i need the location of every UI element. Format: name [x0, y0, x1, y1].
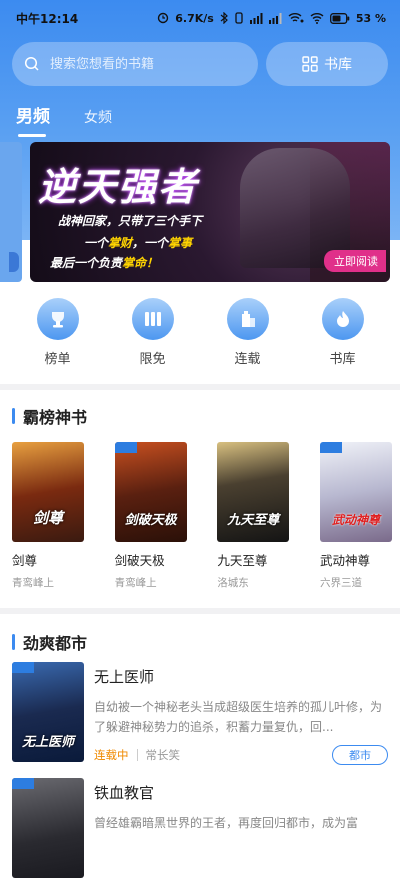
- book-description: 曾经雄霸暗黑世界的王者，再度回归都市，成为富: [94, 816, 359, 830]
- quick-link-label: 书库: [329, 352, 356, 367]
- search-input[interactable]: [48, 55, 252, 73]
- book-title: 剑破天极: [114, 553, 165, 568]
- book-card[interactable]: 九天至尊 九天至尊 洛城东: [217, 442, 290, 590]
- publisher-badge: [12, 662, 34, 673]
- battery-icon: [329, 12, 350, 24]
- book-title: 剑尊: [12, 553, 38, 568]
- book-cover: 剑尊: [12, 442, 84, 542]
- quick-link-rankings[interactable]: 榜单: [23, 298, 93, 367]
- category-tag[interactable]: 都市: [332, 745, 388, 765]
- book-title: 武动神尊: [319, 553, 370, 568]
- book-title: 铁血教官: [94, 784, 155, 802]
- status-indicators: 6.7K/s 53 %: [157, 12, 386, 25]
- publisher-badge: [319, 442, 342, 453]
- banner-line-1: 战神回家，只带了三个手下: [58, 214, 203, 228]
- library-button[interactable]: 书库: [266, 42, 388, 86]
- trophy-icon: [36, 298, 79, 340]
- tab-male[interactable]: 男频: [16, 102, 50, 137]
- meta-separator: [136, 749, 138, 761]
- section-title-urban: 劲爽都市: [12, 630, 87, 654]
- book-author: 六界三道: [319, 577, 362, 589]
- signal-2-icon: [268, 12, 282, 24]
- banner-line-3: 最后一个负责掌命！: [50, 256, 159, 270]
- quick-link-library[interactable]: 书库: [308, 298, 378, 367]
- banner-carousel[interactable]: 逆天强者 战神回家，只带了三个手下 一个掌财，一个掌事 最后一个负责掌命！ 立即…: [0, 142, 400, 282]
- free-books-icon: [131, 298, 174, 340]
- book-title: 九天至尊: [217, 553, 268, 568]
- status-bar: 中午12:14 6.7K/s 53 %: [0, 0, 400, 36]
- network-speed: 6.7K/s: [175, 11, 214, 25]
- book-author: 青鸾峰上: [12, 577, 54, 589]
- banner-previous-peek[interactable]: [0, 142, 22, 282]
- banner-title: 逆天强者: [38, 164, 199, 209]
- book-author: 常长笑: [145, 748, 181, 762]
- quick-link-label: 连载: [234, 352, 261, 367]
- grid-icon: [302, 56, 318, 72]
- status-time: 中午12:14: [16, 11, 79, 26]
- book-card[interactable]: 剑尊 剑尊 青鸾峰上: [12, 442, 84, 590]
- book-info: 铁血教官 曾经雄霸暗黑世界的王者，再度回归都市，成为富: [94, 778, 388, 878]
- book-author: 洛城东: [217, 577, 249, 589]
- book-author: 青鸾峰上: [114, 577, 157, 589]
- list-item[interactable]: 铁血教官 曾经雄霸暗黑世界的王者，再度回归都市，成为富: [12, 778, 388, 878]
- book-card[interactable]: 武动神尊 武动神尊 六界三道: [319, 442, 392, 590]
- book-description: 自幼被一个神秘老头当成超级医生培养的孤儿叶修，为了躲避神秘势力的追杀，积蓄力量复…: [94, 700, 383, 734]
- tab-female[interactable]: 女频: [84, 107, 112, 127]
- top-books-list: 剑尊 剑尊 青鸾峰上 剑破天极 剑破天极 青鸾峰上 九天至尊 九天至尊 洛城东 …: [12, 442, 392, 590]
- book-cover: 无上医师: [12, 662, 84, 762]
- book-cover: 武动神尊: [319, 442, 392, 542]
- list-item[interactable]: 无上医师 无上医师 自幼被一个神秘老头当成超级医生培养的孤儿叶修，为了躲避神秘势…: [12, 662, 388, 765]
- quick-link-free[interactable]: 限免: [118, 298, 188, 367]
- book-cover: [12, 778, 84, 878]
- section-divider: [0, 384, 400, 390]
- bluetooth-icon: [220, 12, 228, 24]
- quick-link-label: 榜单: [44, 352, 71, 367]
- serial-status: 连载中: [94, 748, 129, 762]
- book-title: 无上医师: [94, 668, 155, 686]
- battery-level: 53 %: [355, 11, 386, 25]
- publisher-badge: [12, 778, 34, 789]
- flame-library-icon: [321, 298, 364, 340]
- book-info: 无上医师 自幼被一个神秘老头当成超级医生培养的孤儿叶修，为了躲避神秘势力的追杀，…: [94, 662, 388, 765]
- quick-links: 榜单 限免 连载 书库: [0, 298, 400, 367]
- search-bar[interactable]: [12, 42, 258, 86]
- quick-link-serial[interactable]: 连载: [213, 298, 283, 367]
- serial-building-icon: [226, 298, 269, 340]
- quick-link-label: 限免: [139, 352, 166, 367]
- banner-line-2: 一个掌财，一个掌事: [84, 236, 193, 250]
- book-cover: 九天至尊: [217, 442, 290, 542]
- library-button-label: 书库: [324, 57, 352, 73]
- section-title-top-books: 霸榜神书: [12, 404, 87, 428]
- search-icon: [24, 56, 39, 71]
- wifi-calling-icon: [288, 13, 304, 23]
- banner-slide[interactable]: 逆天强者 战神回家，只带了三个手下 一个掌财，一个掌事 最后一个负责掌命！ 立即…: [30, 142, 390, 282]
- wifi-icon: [310, 13, 324, 24]
- read-now-button[interactable]: 立即阅读: [324, 250, 386, 272]
- vibrate-icon: [235, 12, 243, 24]
- signal-icon: [249, 12, 263, 24]
- book-card[interactable]: 剑破天极 剑破天极 青鸾峰上: [114, 442, 187, 590]
- alarm-icon: [158, 12, 169, 24]
- gender-tabs: 男频 女频: [16, 102, 112, 137]
- publisher-badge: [114, 442, 137, 453]
- section-divider: [0, 608, 400, 614]
- book-cover: 剑破天极: [114, 442, 187, 542]
